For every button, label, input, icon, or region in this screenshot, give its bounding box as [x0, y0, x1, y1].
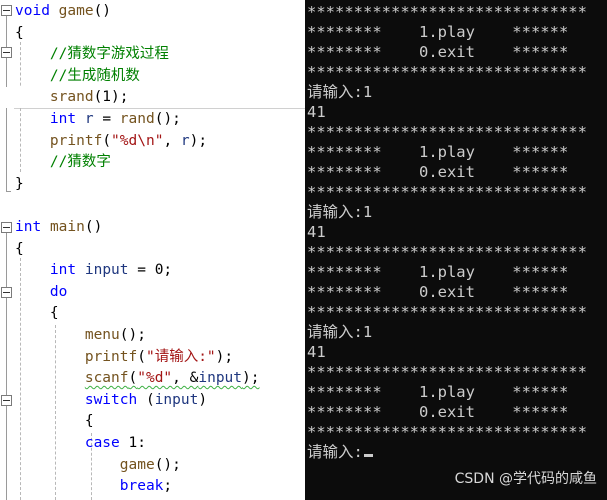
code-line[interactable]: case 1:	[0, 433, 305, 454]
code-line[interactable]: do	[0, 282, 305, 303]
code-line[interactable]: {	[0, 411, 305, 432]
code-line[interactable]: scanf("%d", &input);	[0, 368, 305, 389]
screenshot-root: void game(){ //猜数字游戏过程 //生成随机数 srand(1);…	[0, 0, 607, 500]
code-line[interactable]	[0, 195, 305, 216]
code-line[interactable]: int input = 0;	[0, 260, 305, 281]
console-line: 41	[307, 223, 326, 241]
console-line: 请输入:1	[307, 83, 373, 101]
code-line[interactable]: game();	[0, 455, 305, 476]
csdn-watermark: CSDN @学代码的咸鱼	[454, 471, 597, 487]
code-line[interactable]: void game()	[0, 1, 305, 22]
code-line[interactable]: int r = rand();	[0, 109, 305, 130]
console-line: ******************************	[307, 243, 587, 261]
console-line: ******** 0.exit ******	[307, 43, 569, 61]
code-line[interactable]: //猜数字	[0, 152, 305, 173]
console-line: ******************************	[307, 423, 587, 441]
console-line: ******************************	[307, 303, 587, 321]
console-line: ******** 1.play ******	[307, 23, 569, 41]
console-line: ******** 1.play ******	[307, 143, 569, 161]
code-line[interactable]: srand(1);	[0, 87, 305, 109]
console-line: ******************************	[307, 63, 587, 81]
code-line[interactable]: int main()	[0, 217, 305, 238]
console-line: 请输入:1	[307, 323, 373, 341]
code-line[interactable]: {	[0, 239, 305, 260]
console-line: ******************************	[307, 363, 587, 381]
console-window[interactable]: ****************************** ******** 1…	[305, 0, 607, 500]
console-line: ******** 0.exit ******	[307, 283, 569, 301]
console-line: 41	[307, 343, 326, 361]
console-line: ******** 1.play ******	[307, 383, 569, 401]
console-line: ******** 1.play ******	[307, 263, 569, 281]
code-line[interactable]: switch (input)	[0, 390, 305, 411]
code-line[interactable]: {	[0, 303, 305, 324]
code-line[interactable]: printf("%d\n", r);	[0, 131, 305, 152]
console-line: 请输入:1	[307, 203, 373, 221]
console-line: 41	[307, 103, 326, 121]
code-editor[interactable]: void game(){ //猜数字游戏过程 //生成随机数 srand(1);…	[0, 0, 305, 500]
code-line[interactable]: menu();	[0, 325, 305, 346]
code-line[interactable]: printf("请输入:");	[0, 347, 305, 368]
console-line: ******************************	[307, 183, 587, 201]
console-line: ******************************	[307, 123, 587, 141]
code-line[interactable]: //生成随机数	[0, 66, 305, 87]
code-line[interactable]: {	[0, 23, 305, 44]
code-line[interactable]: }	[0, 174, 305, 195]
console-line: ******************************	[307, 3, 587, 21]
code-line[interactable]: break;	[0, 476, 305, 497]
console-cursor	[363, 454, 373, 457]
code-line[interactable]: //猜数字游戏过程	[0, 44, 305, 65]
console-line: ******** 0.exit ******	[307, 163, 569, 181]
console-line: 请输入:	[307, 442, 607, 462]
console-line: ******** 0.exit ******	[307, 403, 569, 421]
